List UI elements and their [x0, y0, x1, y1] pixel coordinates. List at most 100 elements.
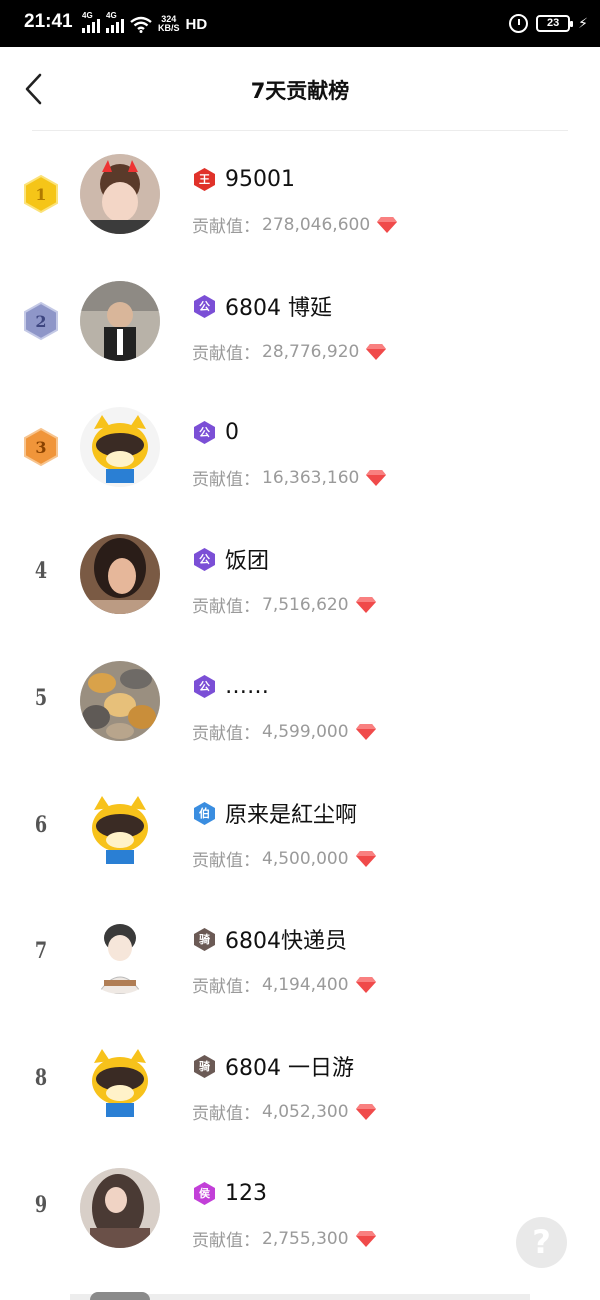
rank-silver-icon: 2 — [24, 301, 58, 341]
rank-number: 4 — [34, 558, 48, 584]
level-badge-icon: 王 — [192, 167, 217, 192]
header-divider — [32, 130, 568, 131]
status-time: 21:41 — [24, 11, 73, 32]
level-badge-icon: 骑 — [192, 1054, 217, 1079]
leaderboard-row[interactable]: 2 公 6804 博延 贡献值： 28,776,920 — [0, 279, 600, 405]
diamond-icon — [355, 1103, 376, 1120]
diamond-icon — [355, 723, 376, 740]
avatar[interactable] — [80, 1168, 160, 1248]
avatar[interactable] — [80, 1041, 160, 1121]
rank-number: 9 — [34, 1192, 48, 1218]
rank-number: 7 — [34, 938, 48, 964]
leaderboard-row[interactable]: 9 侯 123 贡献值： 2,755,300 — [0, 1166, 600, 1292]
level-badge-icon: 伯 — [192, 801, 217, 826]
name-line: 骑 6804快递员 — [192, 925, 347, 954]
avatar — [90, 1292, 150, 1300]
name-line: 公 0 — [192, 418, 239, 446]
name-line: 骑 6804 一日游 — [192, 1052, 354, 1081]
avatar[interactable] — [80, 154, 160, 234]
leaderboard-row[interactable]: 7 骑 6804快递员 贡献值： 4,194,400 — [0, 912, 600, 1038]
level-badge-icon: 侯 — [192, 1181, 217, 1206]
signal-icon: 4G — [82, 11, 100, 33]
contribution-value: 278,046,600 — [262, 214, 371, 235]
status-network: 4G 4G 324 KB/S HD — [82, 11, 208, 33]
user-name: 原来是紅尘啊 — [225, 803, 358, 828]
contribution-value: 4,500,000 — [262, 848, 349, 869]
rank-gold-icon: 1 — [24, 174, 58, 214]
level-badge-icon: 公 — [192, 294, 217, 319]
name-line: 公 6804 博延 — [192, 292, 332, 321]
leaderboard-row[interactable]: 1 王 95001 贡献值： 278,046,600 — [0, 152, 600, 278]
diamond-icon — [355, 1230, 376, 1247]
diamond-icon — [355, 976, 376, 993]
name-line: 伯 原来是紅尘啊 — [192, 799, 358, 828]
leaderboard-row[interactable]: 4 公 饭团 贡献值： 7,516,620 — [0, 532, 600, 658]
user-name: 6804 博延 — [225, 296, 332, 321]
avatar[interactable] — [80, 534, 160, 614]
user-name: 6804 一日游 — [225, 1056, 354, 1081]
hd-indicator: HD — [185, 16, 208, 33]
alarm-icon — [509, 14, 529, 33]
avatar[interactable] — [80, 661, 160, 741]
rank-bronze-icon: 3 — [24, 427, 58, 467]
svg-text:3: 3 — [35, 438, 46, 457]
user-name: 123 — [225, 1180, 267, 1206]
contribution-line: 贡献值： 2,755,300 — [192, 1226, 377, 1251]
avatar[interactable] — [80, 788, 160, 868]
contribution-line: 贡献值： 7,516,620 — [192, 592, 377, 617]
user-name: …… — [225, 673, 269, 699]
level-badge-icon: 骑 — [192, 927, 217, 952]
contribution-value: 7,516,620 — [262, 594, 349, 615]
diamond-icon — [366, 343, 387, 360]
user-name: 6804快递员 — [225, 929, 347, 954]
battery-icon: 23 — [536, 15, 574, 32]
user-name: 95001 — [225, 166, 295, 192]
leaderboard-row[interactable]: 6 伯 原来是紅尘啊 贡献值： 4,500,000 — [0, 786, 600, 912]
page-title: 7天贡献榜 — [250, 79, 350, 103]
help-button[interactable]: ? — [516, 1217, 567, 1268]
header: 7天贡献榜 — [0, 47, 600, 131]
signal-icon: 4G — [106, 11, 124, 33]
name-line: 王 95001 — [192, 165, 295, 193]
leaderboard-row[interactable]: 5 公 …… 贡献值： 4,599,000 — [0, 659, 600, 785]
level-badge-icon: 公 — [192, 420, 217, 445]
contribution-line: 贡献值： 4,599,000 — [192, 719, 377, 744]
contribution-value: 28,776,920 — [262, 341, 360, 362]
wifi-icon — [130, 16, 152, 33]
diamond-icon — [366, 469, 387, 486]
user-name: 0 — [225, 419, 239, 445]
level-badge-icon: 公 — [192, 674, 217, 699]
contribution-value: 2,755,300 — [262, 1228, 349, 1249]
leaderboard-row[interactable]: 8 骑 6804 一日游 贡献值： 4,052,300 — [0, 1039, 600, 1165]
avatar[interactable] — [80, 914, 160, 994]
contribution-line: 贡献值： 4,052,300 — [192, 1099, 377, 1124]
svg-text:1: 1 — [35, 185, 46, 204]
status-bar: 21:41 4G 4G 324 KB/S HD 23 ⚡ — [0, 0, 600, 47]
contribution-value: 4,052,300 — [262, 1101, 349, 1122]
avatar[interactable] — [80, 281, 160, 361]
network-speed: 324 KB/S — [158, 14, 180, 33]
rank-number: 6 — [34, 812, 48, 838]
contribution-value: 4,599,000 — [262, 721, 349, 742]
contribution-line: 贡献值： 278,046,600 — [192, 212, 398, 237]
diamond-icon — [355, 850, 376, 867]
name-line: 公 饭团 — [192, 545, 270, 574]
user-name: 饭团 — [225, 549, 270, 574]
rank-number: 5 — [34, 685, 48, 711]
rank-number: 8 — [34, 1065, 48, 1091]
leaderboard-row[interactable]: 3 公 0 贡献值： 16,363,160 — [0, 405, 600, 531]
contribution-value: 4,194,400 — [262, 974, 349, 995]
avatar[interactable] — [80, 407, 160, 487]
contribution-line: 贡献值： 28,776,920 — [192, 339, 387, 364]
contribution-value: 16,363,160 — [262, 467, 360, 488]
name-line: 公 …… — [192, 672, 269, 700]
diamond-icon — [355, 596, 376, 613]
level-badge-icon: 公 — [192, 547, 217, 572]
name-line: 侯 123 — [192, 1179, 267, 1207]
diamond-icon — [377, 216, 398, 233]
contribution-line: 贡献值： 4,194,400 — [192, 972, 377, 997]
svg-text:2: 2 — [35, 312, 46, 331]
charging-icon: ⚡ — [578, 15, 588, 32]
contribution-line: 贡献值： 16,363,160 — [192, 465, 387, 490]
status-right: 23 ⚡ — [509, 14, 588, 33]
